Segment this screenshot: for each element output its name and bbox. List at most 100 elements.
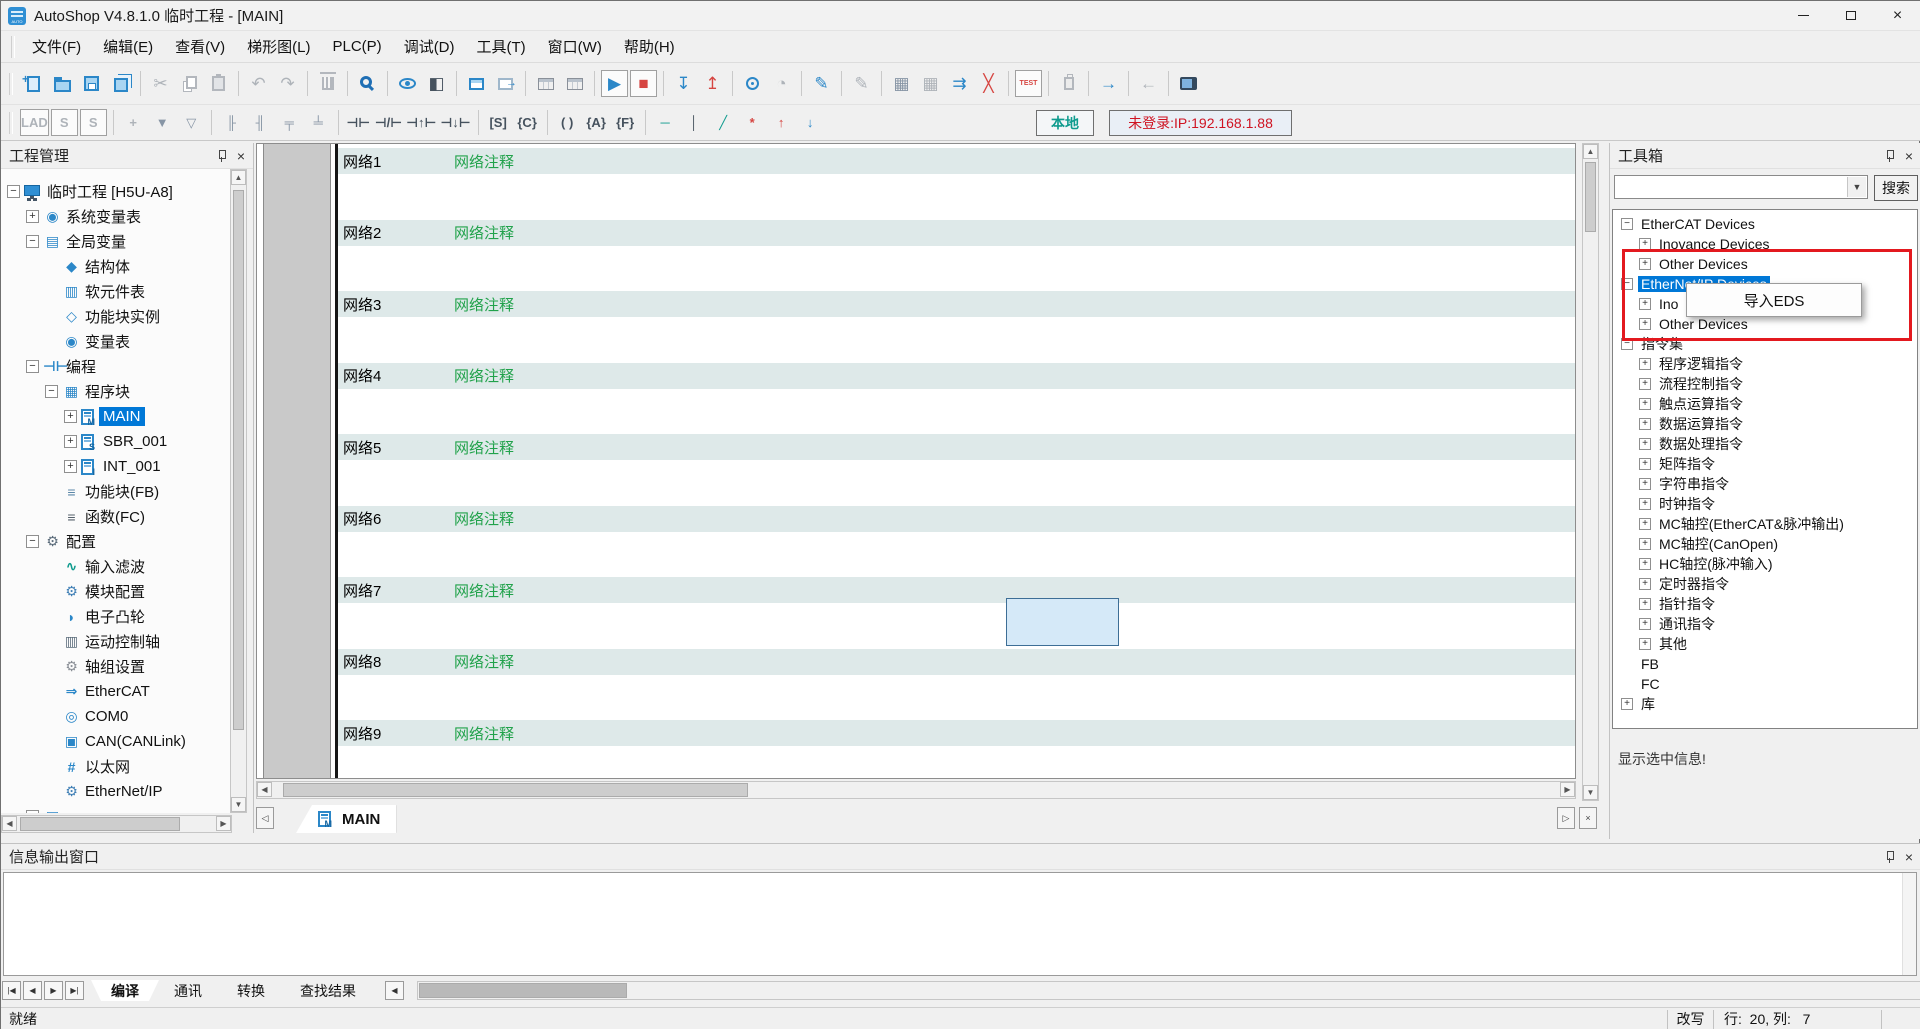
redo-button[interactable]: ↷ (274, 70, 301, 97)
project-tree-item-20[interactable]: ⇒EtherCAT (1, 679, 230, 704)
toolbox-tree-item-10[interactable]: +数据运算指令 (1613, 414, 1917, 434)
branch-close-button[interactable]: ╧ (305, 109, 332, 136)
expand-box[interactable]: + (1639, 298, 1651, 310)
output-tab-1[interactable]: 通讯 (154, 980, 222, 1001)
convert-button[interactable]: ⇉ (946, 70, 973, 97)
contact-closed-button[interactable]: ⊣/⊢ (374, 109, 403, 136)
time-monitor-button[interactable]: ◔ (768, 70, 795, 97)
expand-box[interactable]: + (1639, 478, 1651, 490)
network-comment[interactable]: 网络注释 (454, 508, 514, 529)
menu-item-8[interactable]: 帮助(H) (613, 34, 686, 60)
expand-box[interactable]: + (1639, 638, 1651, 650)
scroll-down-icon[interactable]: ▼ (231, 797, 246, 812)
network-comment[interactable]: 网络注释 (454, 151, 514, 172)
project-tree-item-5[interactable]: ◇功能块实例 (1, 304, 230, 329)
expand-box[interactable]: + (1639, 398, 1651, 410)
project-tree-item-21[interactable]: ◎COM0 (1, 704, 230, 729)
network-comment[interactable]: 网络注释 (454, 294, 514, 315)
append-row-button[interactable]: ▽ (178, 109, 205, 136)
collapse-box[interactable]: − (26, 810, 39, 813)
menu-item-6[interactable]: 工具(T) (466, 34, 537, 60)
copy-button[interactable] (176, 70, 203, 97)
project-tree-item-8[interactable]: −▦程序块 (1, 379, 230, 404)
scroll-up-icon[interactable]: ▲ (1583, 144, 1598, 159)
minimize-button[interactable] (1780, 1, 1827, 31)
online-edit-button[interactable]: ✎ (808, 70, 835, 97)
run-button[interactable]: ▶ (601, 70, 628, 97)
output-tab-2[interactable]: 转换 (217, 980, 285, 1001)
menu-item-1[interactable]: 编辑(E) (92, 34, 164, 60)
horizontal-line-button[interactable]: ─ (652, 109, 679, 136)
pin-icon[interactable] (1885, 150, 1895, 162)
output-coil-button[interactable]: ( ) (554, 109, 581, 136)
network-header-2[interactable]: 网络2网络注释 (336, 220, 1575, 246)
network-header-6[interactable]: 网络6网络注释 (336, 506, 1575, 532)
download-button[interactable]: ↧ (670, 70, 697, 97)
set-coil-button[interactable]: [S] (485, 109, 512, 136)
expand-box[interactable]: + (1639, 258, 1651, 270)
toolbox-tree-item-11[interactable]: +数据处理指令 (1613, 434, 1917, 454)
toolbox-tree-item-16[interactable]: +MC轴控(CanOpen) (1613, 534, 1917, 554)
window-export-button[interactable] (492, 70, 519, 97)
menu-item-0[interactable]: 文件(F) (21, 34, 92, 60)
project-tree-hscrollbar[interactable]: ◀ ▶ (1, 815, 232, 833)
scroll-thumb[interactable] (1585, 162, 1596, 232)
toolbox-tree-item-24[interactable]: +库 (1613, 694, 1917, 714)
new-file-button[interactable] (20, 70, 47, 97)
expand-box[interactable]: + (1639, 418, 1651, 430)
project-tree-item-19[interactable]: ⚙轴组设置 (1, 654, 230, 679)
collapse-box[interactable]: − (1621, 338, 1633, 350)
project-tree-item-9[interactable]: +MMAIN (1, 404, 230, 429)
project-tree-item-24[interactable]: ⚙EtherNet/IP (1, 779, 230, 804)
expand-box[interactable]: + (1639, 238, 1651, 250)
scroll-thumb[interactable] (283, 783, 748, 797)
tab-close-icon[interactable]: × (1579, 807, 1597, 829)
network-comment[interactable]: 网络注释 (454, 651, 514, 672)
window-cascade-button[interactable] (463, 70, 490, 97)
network-comment[interactable]: 网络注释 (454, 437, 514, 458)
panel-close-icon[interactable]: × (1905, 149, 1913, 163)
toolbox-tree-item-12[interactable]: +矩阵指令 (1613, 454, 1917, 474)
ladder-editor[interactable]: 网络1网络注释网络2网络注释网络3网络注释网络4网络注释网络5网络注释网络6网络… (256, 143, 1576, 779)
project-tree-item-23[interactable]: #以太网 (1, 754, 230, 779)
project-tree-item-4[interactable]: ▥软元件表 (1, 279, 230, 304)
collapse-box[interactable]: − (45, 385, 58, 398)
toolbar-grip[interactable] (9, 73, 13, 95)
expand-box[interactable]: + (26, 210, 39, 223)
project-tree-item-3[interactable]: ◆结构体 (1, 254, 230, 279)
application-instruction-button[interactable]: {A} (583, 109, 610, 136)
project-tree-item-16[interactable]: ⚙模块配置 (1, 579, 230, 604)
pin-icon[interactable] (217, 150, 227, 162)
output-tab-0[interactable]: 编译 (91, 980, 159, 1001)
toolbox-tree-item-20[interactable]: +通讯指令 (1613, 614, 1917, 634)
collapse-box[interactable]: − (1621, 218, 1633, 230)
first-tab-icon[interactable]: |◀ (2, 981, 21, 1000)
delete-button[interactable] (314, 70, 341, 97)
move-up-button[interactable]: ↑ (768, 109, 795, 136)
insert-cell-button[interactable]: + (120, 109, 147, 136)
menu-item-3[interactable]: 梯形图(L) (236, 34, 321, 60)
context-menu-item-import-eds[interactable]: 导入EDS (1744, 290, 1805, 311)
tab-scroll-right-icon[interactable]: ▷ (1557, 807, 1575, 829)
network-header-1[interactable]: 网络1网络注释 (336, 148, 1575, 174)
scroll-right-icon[interactable]: ▶ (216, 816, 231, 831)
ladder-cursor-cell[interactable] (1006, 598, 1119, 646)
scroll-up-icon[interactable]: ▲ (231, 170, 246, 185)
network-header-5[interactable]: 网络5网络注释 (336, 434, 1575, 460)
expand-box[interactable]: + (1639, 558, 1651, 570)
project-tree-item-0[interactable]: −临时工程 [H5U-A8] (1, 179, 230, 204)
collapse-box[interactable]: − (1621, 278, 1633, 290)
scroll-right-icon[interactable]: ▶ (1560, 782, 1575, 797)
expand-box[interactable]: + (64, 460, 77, 473)
toolbox-tree-item-17[interactable]: +HC轴控(脉冲输入) (1613, 554, 1917, 574)
panel-close-icon[interactable]: × (1905, 850, 1913, 864)
editor-vscrollbar[interactable]: ▲ ▼ (1582, 143, 1599, 801)
output-vscrollbar[interactable] (1902, 873, 1916, 975)
output-hscrollbar[interactable] (417, 981, 1920, 1000)
logout-button[interactable]: ← (1135, 70, 1162, 97)
toolbox-tree-item-6[interactable]: −指令集 (1613, 334, 1917, 354)
test-mode-button[interactable]: TEST (1015, 70, 1042, 97)
menu-item-2[interactable]: 查看(V) (164, 34, 236, 60)
toolbox-tree-item-8[interactable]: +流程控制指令 (1613, 374, 1917, 394)
project-tree-item-2[interactable]: −▤全局变量 (1, 229, 230, 254)
